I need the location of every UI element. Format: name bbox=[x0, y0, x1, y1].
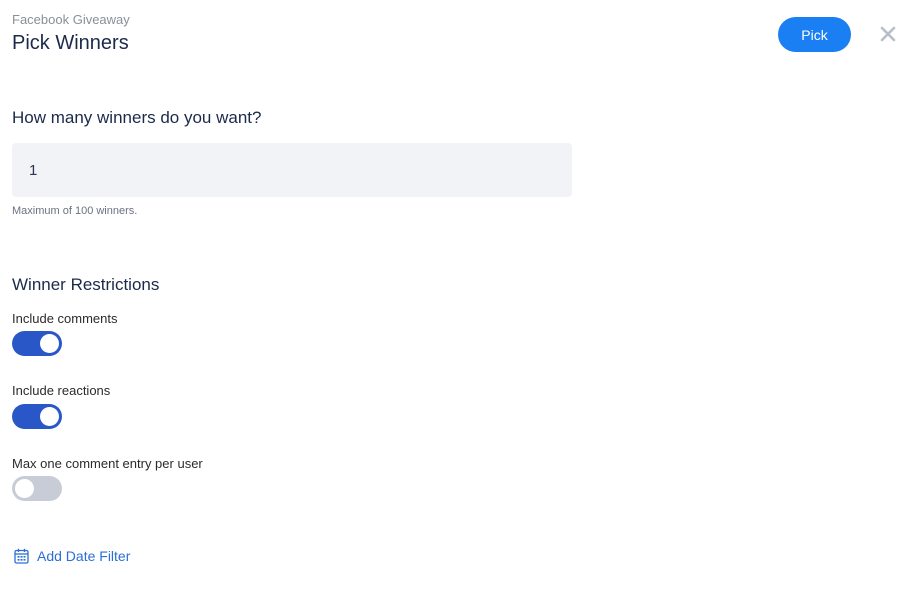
include-reactions-toggle[interactable] bbox=[12, 404, 62, 429]
pick-winners-dialog: Facebook Giveaway Pick Winners Pick How … bbox=[0, 0, 915, 591]
toggle-knob bbox=[15, 479, 34, 498]
include-reactions-label: Include reactions bbox=[12, 383, 111, 398]
max-one-entry-toggle[interactable] bbox=[12, 476, 62, 501]
winners-question: How many winners do you want? bbox=[12, 108, 262, 127]
winners-count-input[interactable] bbox=[12, 143, 572, 197]
page-title: Pick Winners bbox=[12, 32, 129, 54]
close-icon[interactable] bbox=[877, 23, 899, 45]
add-date-filter-link[interactable]: Add Date Filter bbox=[14, 548, 130, 564]
include-comments-toggle[interactable] bbox=[12, 331, 62, 356]
calendar-icon bbox=[14, 548, 29, 564]
restrictions-title: Winner Restrictions bbox=[12, 275, 160, 294]
add-date-filter-label: Add Date Filter bbox=[37, 548, 131, 564]
winners-hint: Maximum of 100 winners. bbox=[12, 205, 138, 217]
dialog-subtitle: Facebook Giveaway bbox=[12, 12, 130, 27]
max-one-entry-label: Max one comment entry per user bbox=[12, 456, 203, 471]
include-comments-label: Include comments bbox=[12, 311, 118, 326]
pick-button[interactable]: Pick bbox=[778, 17, 851, 52]
toggle-knob bbox=[40, 334, 59, 353]
toggle-knob bbox=[40, 407, 59, 426]
